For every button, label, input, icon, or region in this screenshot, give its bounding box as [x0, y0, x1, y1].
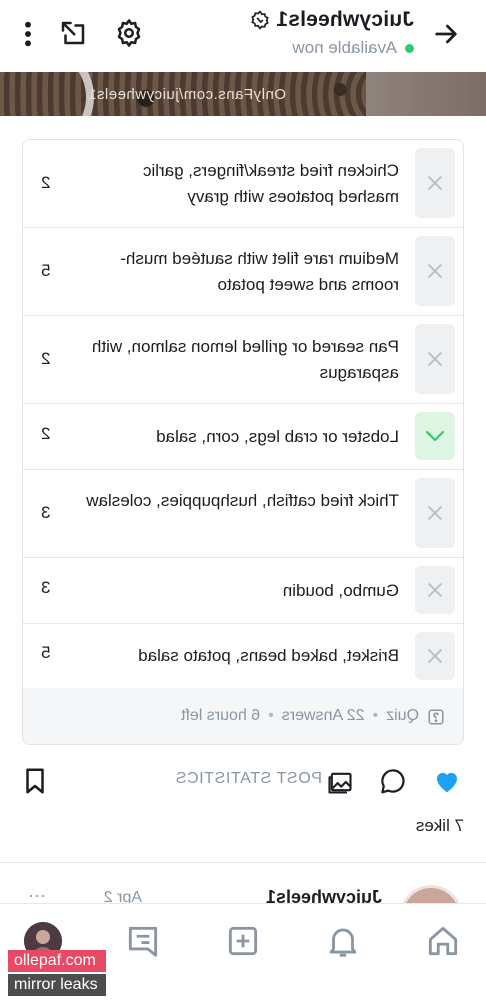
image-stats-icon[interactable] — [326, 768, 354, 796]
mirrored-screen: Juicywheels1 Available now OnlyFans.com/… — [0, 0, 486, 1004]
cover-image: OnlyFans.com/juicywheels1 — [0, 72, 486, 116]
quiz-time-left: 6 hours left — [181, 707, 261, 724]
quiz-footer: Quiz • 22 Answers • 6 hours left — [23, 688, 463, 745]
quiz-option-correct[interactable]: Lobster or crab legs, corn, salad 2 — [23, 404, 463, 470]
close-icon — [427, 505, 443, 521]
option-count: 5 — [41, 643, 51, 662]
quiz-option[interactable]: Pan seared or grilled lemon salmon, with… — [23, 316, 463, 404]
gear-icon[interactable] — [114, 18, 144, 48]
close-icon — [427, 175, 443, 191]
option-text: Pan seared or grilled lemon salmon, with… — [91, 337, 399, 382]
badge-line-2: mirror leaks — [8, 974, 106, 996]
option-count: 3 — [41, 578, 51, 597]
option-text: Lobster or crab legs, corn, salad — [156, 427, 399, 446]
status-line: Available now — [292, 38, 414, 58]
option-count: 5 — [41, 261, 51, 280]
quiz-card: Chicken fried streak/fingers, garlic mas… — [22, 139, 464, 745]
option-text: Brisket, baked beans, potato salad — [138, 646, 399, 665]
option-count: 2 — [41, 349, 51, 368]
option-text: Chicken fried streak/fingers, garlic mas… — [142, 161, 399, 206]
back-arrow-icon[interactable] — [430, 18, 462, 50]
meta-separator: • — [268, 707, 274, 724]
option-count: 2 — [41, 173, 51, 192]
option-status-box — [415, 632, 455, 680]
quiz-meta: Quiz • 22 Answers • 6 hours left — [181, 707, 419, 725]
next-post-author[interactable]: Juicywheels1 — [266, 887, 382, 903]
heart-icon[interactable] — [432, 766, 462, 796]
status-text: Available now — [292, 38, 397, 57]
quiz-option[interactable]: Thick fried catfish, hushpuppies, colesl… — [23, 470, 463, 558]
quiz-icon — [428, 709, 444, 725]
profile-name[interactable]: Juicywheels1 — [250, 8, 414, 32]
quiz-option[interactable]: Medium rare filet with sautéed mush-room… — [23, 228, 463, 316]
watermark-badge: ollepaf.com mirror leaks — [8, 950, 106, 996]
cover-ring — [0, 72, 94, 116]
profile-header: Juicywheels1 Available now — [0, 0, 486, 72]
quiz-option[interactable]: Chicken fried streak/fingers, garlic mas… — [23, 140, 463, 228]
quiz-option[interactable]: Gumbo, boudin 3 — [23, 558, 463, 624]
option-status-box — [415, 324, 455, 394]
option-text: Thick fried catfish, hushpuppies, colesl… — [86, 491, 399, 510]
next-post-header: Juicywheels1 Apr 2 ··· — [0, 863, 486, 903]
close-icon — [427, 582, 443, 598]
option-status-box — [415, 478, 455, 548]
home-icon[interactable] — [424, 922, 462, 960]
profile-name-text: Juicywheels1 — [276, 8, 414, 31]
check-icon — [425, 430, 445, 442]
close-icon — [427, 263, 443, 279]
quiz-answers: 22 Answers — [281, 707, 365, 724]
next-post-more[interactable]: ··· — [28, 885, 46, 903]
likes-count[interactable]: 7 likes — [416, 816, 464, 836]
post-actions: POST STATISTICS — [0, 760, 486, 804]
option-status-box — [415, 236, 455, 306]
online-dot — [405, 43, 414, 53]
option-count: 3 — [41, 503, 51, 522]
next-post-date: Apr 2 — [103, 889, 142, 903]
add-post-icon[interactable] — [224, 922, 262, 960]
close-icon — [427, 351, 443, 367]
more-vertical-icon[interactable] — [20, 18, 36, 50]
option-text: Medium rare filet with sautéed mush-room… — [120, 249, 399, 294]
avatar[interactable] — [400, 885, 462, 903]
messages-icon[interactable] — [124, 922, 162, 960]
option-count: 2 — [41, 424, 51, 443]
meta-separator: • — [372, 707, 379, 724]
quiz-type: Quiz — [386, 707, 419, 724]
badge-line-1: ollepaf.com — [8, 950, 106, 972]
cover-left-shade — [366, 72, 486, 116]
option-status-box — [415, 412, 455, 460]
option-text: Gumbo, boudin — [282, 581, 399, 600]
verified-icon — [251, 10, 269, 30]
post-statistics-button[interactable]: POST STATISTICS — [175, 770, 322, 788]
cover-watermark: OnlyFans.com/juicywheels1 — [87, 86, 286, 103]
option-status-box — [415, 566, 455, 614]
close-icon — [427, 648, 443, 664]
comment-icon[interactable] — [378, 766, 408, 796]
bookmark-icon[interactable] — [20, 766, 50, 796]
quiz-option[interactable]: Brisket, baked beans, potato salad 5 — [23, 624, 463, 688]
bell-icon[interactable] — [324, 922, 362, 960]
share-icon[interactable] — [58, 18, 88, 48]
option-status-box — [415, 148, 455, 218]
